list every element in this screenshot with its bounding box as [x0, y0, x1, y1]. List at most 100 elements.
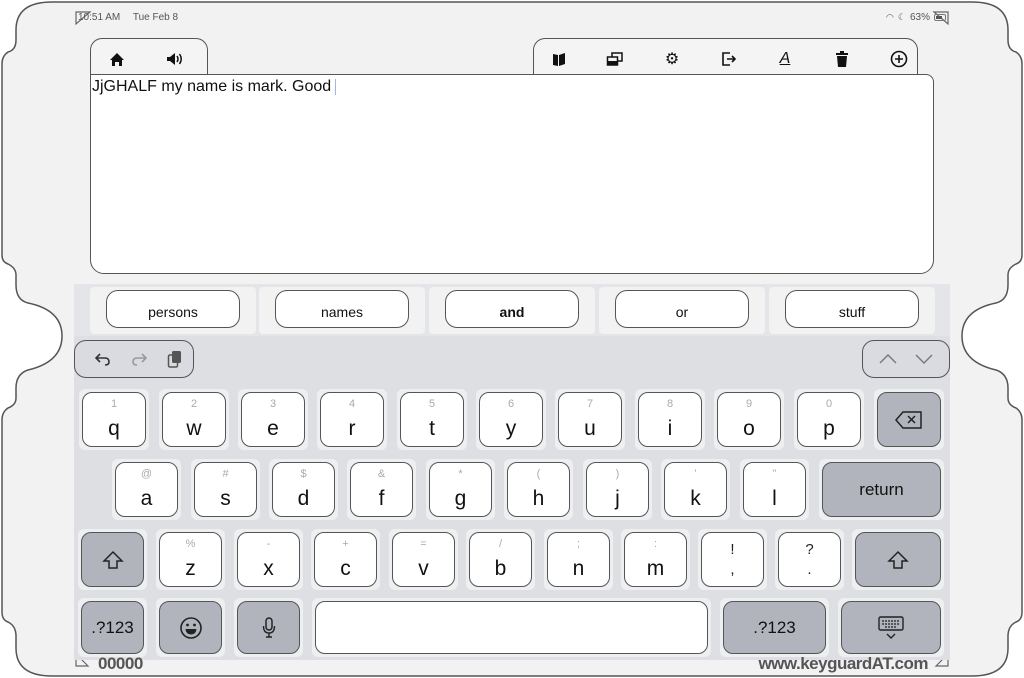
prediction-cell: names	[259, 287, 425, 334]
prediction-button[interactable]: and	[445, 290, 579, 328]
backspace-key[interactable]	[877, 392, 941, 447]
add-circle-icon[interactable]	[888, 49, 910, 69]
key-s[interactable]: # s	[194, 462, 257, 517]
key-label: .?123	[753, 617, 796, 637]
copy-window-icon[interactable]	[604, 49, 626, 69]
key-secondary-label: ”	[772, 468, 777, 480]
key-h[interactable]: (h	[507, 462, 570, 517]
emoji-key[interactable]	[159, 601, 222, 654]
gear-icon[interactable]: ⚙	[661, 49, 683, 69]
key-l[interactable]: ” l	[743, 462, 806, 517]
dictation-key[interactable]	[237, 601, 300, 654]
key-n[interactable]: ; n	[547, 532, 610, 587]
key-a[interactable]: @ a	[115, 462, 178, 517]
key-period[interactable]: ?.	[778, 532, 841, 587]
key-label: g	[454, 487, 467, 510]
key-t[interactable]: 5t	[400, 392, 464, 447]
undo-icon[interactable]	[85, 341, 121, 377]
prediction-button[interactable]: stuff	[785, 290, 919, 328]
key-label: .?123	[91, 617, 134, 637]
key-secondary-label: 9	[745, 398, 753, 410]
prediction-button[interactable]: or	[615, 290, 749, 328]
key-y[interactable]: 6y	[479, 392, 543, 447]
key-b[interactable]: / b	[469, 532, 532, 587]
shift-key-left[interactable]	[81, 532, 144, 587]
key-label: u	[584, 417, 596, 440]
exit-icon[interactable]	[718, 49, 740, 69]
key-secondary-label: =	[420, 538, 427, 550]
home-icon[interactable]	[106, 49, 128, 69]
key-z[interactable]: % z	[159, 532, 222, 587]
key-secondary-label: -	[266, 538, 271, 550]
key-d[interactable]: $ d	[272, 462, 335, 517]
chevron-up-icon[interactable]	[870, 341, 906, 377]
key-label: p	[823, 417, 835, 440]
shift-icon	[856, 533, 940, 586]
dismiss-keyboard-key[interactable]	[841, 601, 941, 654]
prediction-cell: persons	[90, 287, 256, 334]
prediction-button[interactable]: names	[275, 290, 409, 328]
emoji-icon	[160, 602, 221, 653]
key-o[interactable]: 9o	[717, 392, 781, 447]
key-comma[interactable]: !,	[701, 532, 764, 587]
key-j[interactable]: ) j	[586, 462, 649, 517]
key-m[interactable]: :m	[624, 532, 687, 587]
battery-percent: 63%	[909, 12, 930, 23]
key-shift-label: !	[730, 541, 735, 558]
key-f[interactable]: & f	[350, 462, 413, 517]
key-secondary-label: 5	[428, 398, 436, 410]
keyboard-dismiss-icon	[842, 602, 940, 653]
text-caret	[335, 78, 337, 95]
prediction-cell: and	[429, 287, 595, 334]
key-secondary-label: 3	[269, 398, 277, 410]
backspace-icon	[895, 410, 922, 429]
toolbar-left	[90, 38, 208, 78]
trash-icon[interactable]	[831, 49, 853, 69]
key-label: m	[646, 557, 665, 580]
return-key[interactable]: return	[822, 462, 941, 517]
key-v[interactable]: = v	[392, 532, 455, 587]
paste-icon[interactable]	[157, 341, 193, 377]
prediction-bar: persons names and or stuff	[74, 284, 950, 336]
key-label: ,	[730, 561, 735, 578]
books-icon[interactable]	[548, 49, 570, 69]
key-q[interactable]: 1q	[82, 392, 146, 447]
shift-key-right[interactable]	[855, 532, 941, 587]
toolbar-right: ⚙ A	[533, 38, 918, 78]
key-secondary-label: )	[615, 468, 620, 480]
prediction-button[interactable]: persons	[106, 290, 240, 328]
key-label: .	[807, 561, 812, 578]
key-x[interactable]: -x	[237, 532, 300, 587]
key-e[interactable]: 3e	[241, 392, 305, 447]
font-icon[interactable]: A	[774, 49, 796, 69]
microphone-icon	[238, 602, 299, 653]
key-secondary-label: +	[342, 538, 349, 550]
text-input-area[interactable]: JjGHALF my name is mark. Good	[90, 74, 934, 274]
numbers-key-right[interactable]: .?123	[723, 601, 826, 654]
speaker-icon[interactable]	[164, 49, 186, 69]
edit-tools	[74, 340, 194, 378]
key-k[interactable]: ’ k	[664, 462, 727, 517]
key-label: x	[263, 557, 274, 580]
chevron-down-icon[interactable]	[906, 341, 942, 377]
key-secondary-label: (	[536, 468, 541, 480]
key-c[interactable]: + c	[314, 532, 377, 587]
key-label	[316, 602, 707, 653]
numbers-key-left[interactable]: .?123	[81, 601, 144, 654]
key-i[interactable]: 8i	[638, 392, 702, 447]
prediction-cell: or	[599, 287, 765, 334]
key-r[interactable]: 4r	[320, 392, 384, 447]
key-label: c	[340, 557, 351, 580]
key-label: b	[494, 557, 507, 580]
key-g[interactable]: * g	[429, 462, 492, 517]
key-secondary-label: $	[300, 468, 307, 480]
key-label: k	[690, 487, 701, 510]
key-label: q	[108, 417, 120, 440]
key-label: i	[667, 417, 673, 440]
space-bar[interactable]	[315, 601, 708, 654]
wifi-icon: ◠	[886, 12, 894, 22]
key-p[interactable]: 0p	[797, 392, 861, 447]
key-u[interactable]: 7u	[558, 392, 622, 447]
redo-icon[interactable]	[121, 341, 157, 377]
key-w[interactable]: 2w	[162, 392, 226, 447]
